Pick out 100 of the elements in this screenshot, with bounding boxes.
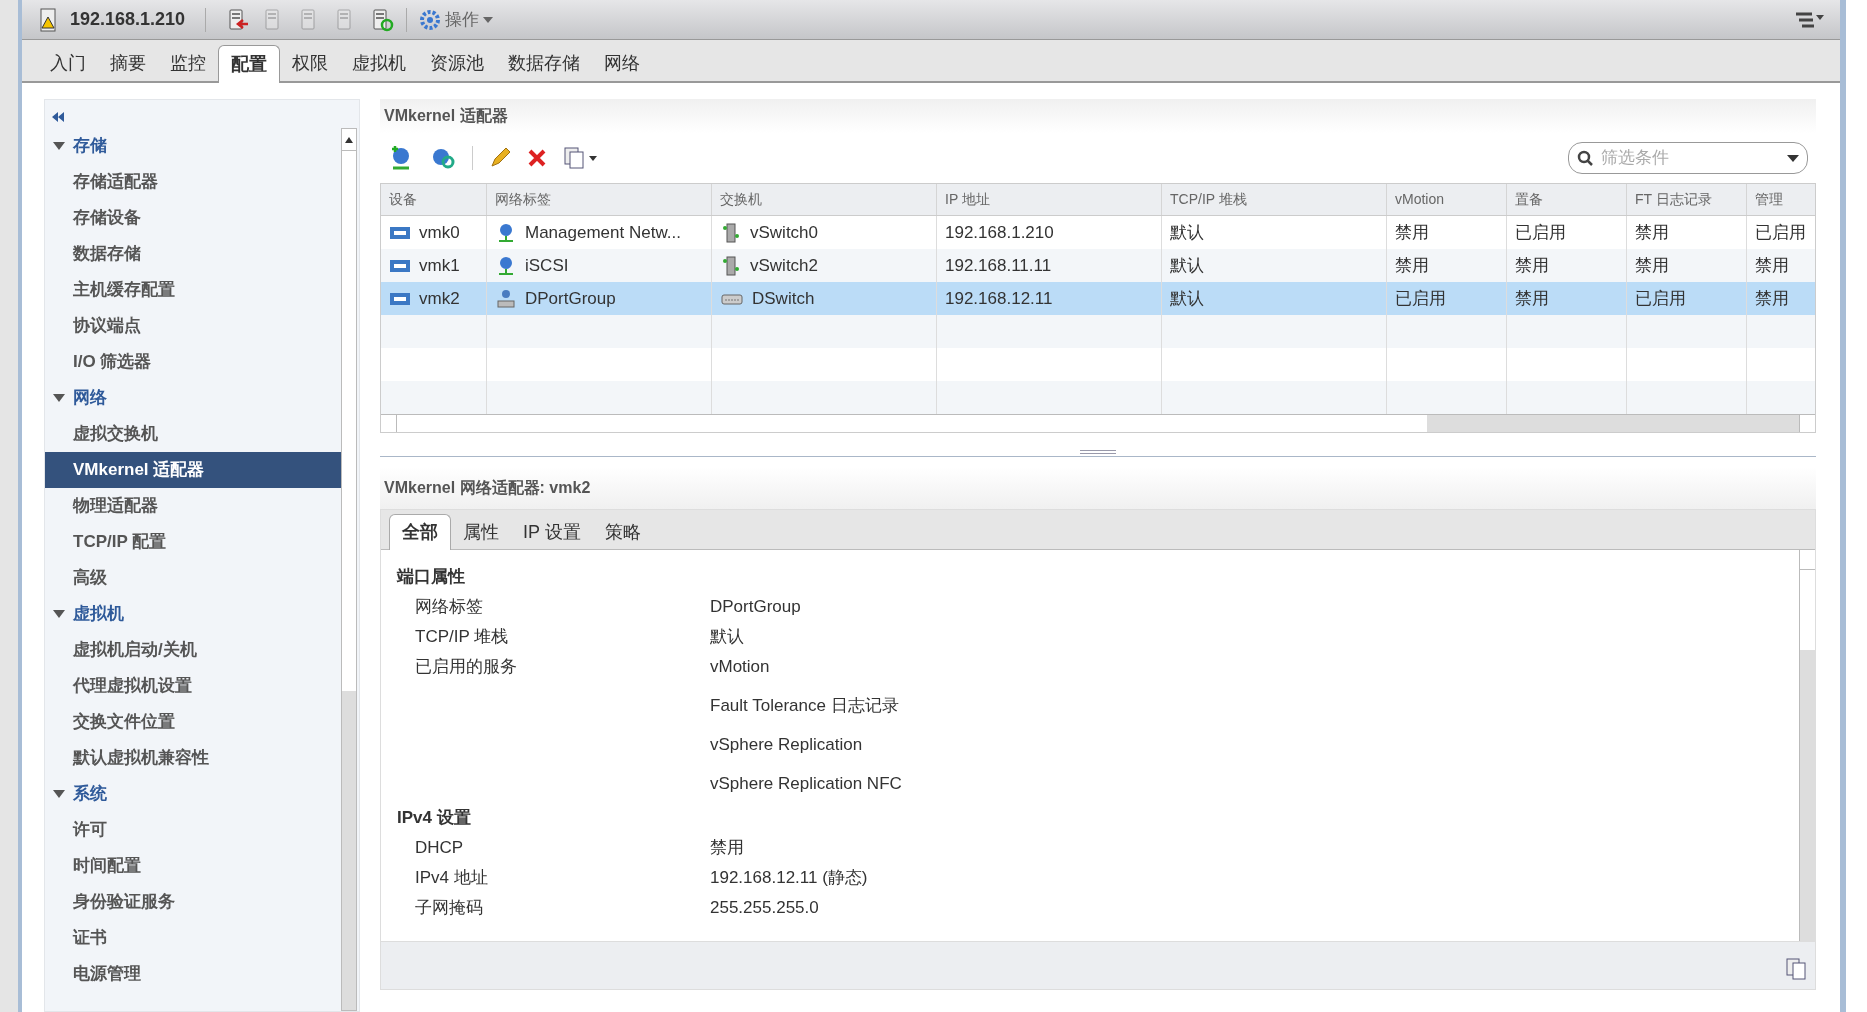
column-header[interactable]: TCP/IP 堆栈: [1162, 184, 1387, 215]
main-tab[interactable]: 配置: [218, 45, 280, 83]
column-header[interactable]: IP 地址: [937, 184, 1162, 215]
section-heading: 端口属性: [397, 566, 466, 589]
sidebar-section[interactable]: 虚拟机: [45, 596, 341, 632]
sidebar-item[interactable]: 主机缓存配置: [45, 272, 341, 308]
details-tab[interactable]: IP 设置: [511, 515, 593, 549]
sidebar-item[interactable]: 证书: [45, 920, 341, 956]
main-tab[interactable]: 数据存储: [496, 45, 592, 81]
sidebar-section[interactable]: 存储: [45, 128, 341, 164]
actions-menu-button[interactable]: 操作: [419, 6, 494, 33]
table-cell-text: 默认: [1170, 221, 1204, 244]
column-header[interactable]: 设备: [381, 184, 487, 215]
table-cell-text: iSCSI: [525, 254, 569, 277]
sidebar-section[interactable]: 网络: [45, 380, 341, 416]
main-tab[interactable]: 监控: [158, 45, 218, 81]
copy-icon[interactable]: [1785, 957, 1807, 981]
column-header[interactable]: vMotion: [1387, 184, 1507, 215]
filter-input[interactable]: 筛选条件: [1601, 145, 1779, 171]
sidebar-item[interactable]: 存储设备: [45, 200, 341, 236]
scroll-up-icon[interactable]: [345, 136, 353, 143]
main-tab[interactable]: 入门: [38, 45, 98, 81]
property-value: Fault Tolerance 日志记录: [710, 695, 900, 717]
property-value: 255.255.255.0: [710, 897, 819, 919]
main-tab[interactable]: 网络: [592, 45, 652, 81]
sidebar-item[interactable]: 高级: [45, 560, 341, 596]
property-label: IPv4 地址: [415, 868, 488, 887]
switch-icon: [720, 254, 742, 277]
delete-icon[interactable]: [527, 148, 547, 168]
caret-icon: [53, 610, 65, 618]
port-group-icon: [495, 287, 517, 310]
scrollbar[interactable]: [1799, 550, 1815, 941]
table-cell-text: 默认: [1170, 254, 1204, 277]
table-cell-text: 已启用: [1755, 221, 1806, 244]
menu-icon[interactable]: [1794, 11, 1824, 28]
table-cell-text: 默认: [1170, 287, 1204, 310]
server-icon[interactable]: [226, 7, 251, 32]
collapse-icon[interactable]: [51, 112, 65, 122]
warning-icon: [38, 7, 58, 32]
table-cell-text: 禁用: [1755, 254, 1789, 277]
sidebar-item[interactable]: 默认虚拟机兼容性: [45, 740, 341, 776]
column-header[interactable]: 交换机: [712, 184, 937, 215]
sidebar-item[interactable]: TCP/IP 配置: [45, 524, 341, 560]
table-cell-text: vmk0: [419, 221, 460, 244]
sidebar-section[interactable]: 系统: [45, 776, 341, 812]
sidebar-item[interactable]: 时间配置: [45, 848, 341, 884]
pencil-icon[interactable]: [489, 147, 511, 169]
column-header[interactable]: 网络标签: [487, 184, 712, 215]
property-value: 192.168.12.11 (静态): [710, 867, 868, 889]
property-value: vSphere Replication NFC: [710, 773, 902, 795]
horizontal-scrollbar[interactable]: [381, 414, 1815, 432]
property-value: vMotion: [710, 656, 771, 678]
table-cell-text: vSwitch0: [750, 221, 819, 244]
main-tab[interactable]: 虚拟机: [340, 45, 418, 81]
sidebar-item[interactable]: 许可: [45, 812, 341, 848]
sidebar-item[interactable]: 身份验证服务: [45, 884, 341, 920]
copy-icon[interactable]: [563, 146, 597, 170]
sidebar-item[interactable]: 交换文件位置: [45, 704, 341, 740]
caret-icon: [1787, 154, 1799, 162]
sidebar-item[interactable]: VMkernel 适配器: [45, 452, 341, 488]
main-tab[interactable]: 权限: [280, 45, 340, 81]
sidebar-item[interactable]: I/O 筛选器: [45, 344, 341, 380]
caret-icon: [53, 142, 65, 150]
table-cell-text: 已启用: [1635, 287, 1686, 310]
property-label: 已启用的服务: [415, 657, 517, 676]
sidebar-item[interactable]: 虚拟机启动/关机: [45, 632, 341, 668]
table-cell-text: vmk2: [419, 287, 460, 310]
table-cell-text: 禁用: [1515, 254, 1549, 277]
table-cell-text: DSwitch: [752, 287, 815, 310]
property-value: 默认: [710, 626, 744, 648]
gear-icon: [419, 8, 442, 31]
table-cell-text: vSwitch2: [750, 254, 819, 277]
sidebar-item[interactable]: 存储适配器: [45, 164, 341, 200]
table-cell-text: 已启用: [1395, 287, 1446, 310]
table-cell-text: 192.168.11.11: [945, 254, 1052, 277]
sidebar-item[interactable]: 协议端点: [45, 308, 341, 344]
section-heading: IPv4 设置: [397, 807, 472, 830]
sidebar-item[interactable]: 虚拟交换机: [45, 416, 341, 452]
table-cell-text: 禁用: [1635, 221, 1669, 244]
column-header[interactable]: FT 日志记录: [1627, 184, 1747, 215]
scrollbar[interactable]: [341, 128, 357, 1011]
details-tab[interactable]: 策略: [592, 515, 653, 549]
details-tab[interactable]: 全部: [389, 514, 451, 550]
caret-icon: [53, 790, 65, 798]
sidebar-item[interactable]: 数据存储: [45, 236, 341, 272]
table-cell-text: 已启用: [1515, 221, 1566, 244]
main-tab[interactable]: 摘要: [98, 45, 158, 81]
column-header[interactable]: 置备: [1507, 184, 1627, 215]
table-row[interactable]: vmk2 DPortGroup DSwitch 192.168.12.11 默认 已启用 禁用 已启用 禁用: [381, 282, 1815, 315]
details-tab[interactable]: 属性: [451, 515, 511, 549]
table-row[interactable]: vmk1 iSCSI vSwitch2 192.168.11.11 默认 禁用 禁用 禁用 禁用: [381, 249, 1815, 282]
main-tab[interactable]: 资源池: [418, 45, 496, 81]
search-icon: [1577, 150, 1593, 166]
sidebar-item[interactable]: 物理适配器: [45, 488, 341, 524]
column-header[interactable]: 管理: [1747, 184, 1815, 215]
filter-field[interactable]: 筛选条件: [1568, 142, 1808, 174]
property-label: 子网掩码: [415, 898, 483, 917]
sidebar-item[interactable]: 代理虚拟机设置: [45, 668, 341, 704]
sidebar-item[interactable]: 电源管理: [45, 956, 341, 992]
server-icon[interactable]: [370, 7, 395, 32]
